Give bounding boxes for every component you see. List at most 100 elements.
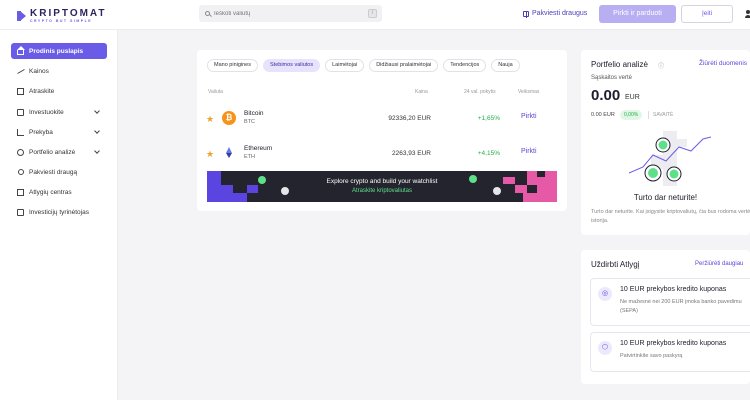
sidebar-item-prices[interactable]: Kainos — [11, 63, 107, 79]
account-currency: EUR — [625, 94, 640, 101]
column-header-actions: Veiksmas — [518, 89, 540, 95]
coin-change: +4,15% — [477, 150, 500, 157]
sidebar-item-rewards[interactable]: Atlygių centras — [11, 184, 107, 200]
home-icon — [17, 45, 25, 55]
reward-description: Ne mažesnė nei 200 EUR įmoka banko paved… — [620, 299, 742, 314]
sidebar-item-label: Investicijų tyrinėtojas — [29, 208, 89, 216]
table-row[interactable]: ★ Ethereum ETH 2263,93 EUR +4,15% Pirkti — [197, 140, 567, 170]
sidebar-item-label: Pakviesti draugą — [29, 168, 78, 176]
reward-item[interactable]: ◎ 10 EUR prekybos kredito kuponas Ne maž… — [590, 278, 750, 326]
search-shortcut-key: / — [368, 9, 377, 18]
tab-trending[interactable]: Tendencijos — [443, 59, 487, 72]
banner-title: Explore crypto and build your watchlist — [326, 178, 438, 185]
cart-icon — [17, 128, 24, 136]
tab-watchlist[interactable]: Stebimos valiutos — [263, 59, 321, 72]
coin-price: 2263,93 EUR — [391, 150, 431, 157]
empty-state-text: Turto dar neturite. Kai įsigysite kripto… — [591, 209, 750, 224]
portfolio-title: Portfelio analizė — [591, 60, 648, 69]
grid-icon — [17, 87, 24, 95]
search-input[interactable] — [214, 10, 354, 17]
gift-icon — [17, 188, 24, 196]
coin-name: Bitcoin — [244, 110, 264, 117]
column-header-price: Kaina — [415, 89, 428, 95]
watchlist-card: Mano pinigines Stebimos valiutos Laimėto… — [197, 50, 567, 211]
pie-chart-icon — [17, 148, 24, 156]
tab-new[interactable]: Nauja — [491, 59, 520, 72]
sidebar-item-label: Prodinis puslapis — [29, 47, 84, 55]
coin-symbol: ETH — [244, 154, 255, 160]
user-icon[interactable] — [745, 10, 750, 18]
coin-change: +1,65% — [477, 115, 500, 122]
watchlist-tabs: Mano pinigines Stebimos valiutos Laimėto… — [207, 59, 525, 72]
sidebar-item-home[interactable]: Prodinis puslapis — [11, 43, 107, 59]
account-sub-value: 0.00 EUR — [591, 112, 615, 118]
chevron-down-icon — [94, 108, 100, 114]
brand-tagline: CRYPTO BUT SIMPLE — [30, 19, 93, 23]
brand-name: KRIPTOMAT — [30, 8, 107, 19]
buy-button[interactable]: Pirkti — [521, 113, 537, 120]
search-bar[interactable]: / — [199, 5, 382, 22]
sidebar-item-invite[interactable]: Pakviesti draugą — [11, 164, 107, 180]
column-header-currency: Valiuta — [208, 89, 223, 95]
buy-button[interactable]: Pirkti — [521, 148, 537, 155]
trend-icon — [17, 68, 24, 75]
kriptomat-logo[interactable]: KRIPTOMAT CRYPTO BUT SIMPLE — [17, 9, 107, 24]
invite-friends-label: Pakviesti draugus — [532, 10, 588, 17]
column-header-change: 24 val. pokytis — [464, 89, 496, 95]
sidebar-item-label: Atlygių centras — [29, 188, 72, 196]
period-label[interactable]: SAVAITĖ — [653, 112, 673, 118]
sidebar-item-label: Atraskite — [29, 87, 55, 95]
shield-icon: ⬡ — [598, 341, 612, 355]
wallet-icon — [17, 108, 24, 116]
tab-losers[interactable]: Didžiausi pralaimėtojai — [369, 59, 439, 72]
rewards-card: Uždirbti Atlygį Peržiūrėti daugiau ◎ 10 … — [581, 250, 750, 384]
reward-item[interactable]: ⬡ 10 EUR prekybos kredito kuponas Patvir… — [590, 332, 750, 372]
sidebar-item-invest[interactable]: Investuokite — [11, 104, 107, 120]
logo-mark-icon — [17, 11, 27, 22]
reward-name: 10 EUR prekybos kredito kuponas — [620, 340, 727, 347]
info-icon[interactable]: ⓘ — [658, 61, 664, 70]
coin-symbol: BTC — [244, 119, 255, 125]
tab-gainers[interactable]: Laimėtojai — [325, 59, 365, 72]
coin-price: 92336,20 EUR — [388, 115, 431, 122]
chevron-down-icon — [94, 128, 100, 134]
sidebar-item-label: Portfelio analizė — [29, 148, 76, 156]
banner-link[interactable]: Atraskite kriptovaliutas — [207, 188, 557, 194]
empty-portfolio-illustration — [628, 131, 712, 186]
invite-friends-link[interactable]: Pakviesti draugus — [523, 10, 588, 18]
tab-my-wallets[interactable]: Mano pinigines — [207, 59, 258, 72]
sidebar: Prodinis puslapis Kainos Atraskite Inves… — [0, 30, 118, 400]
reward-name: 10 EUR prekybos kredito kuponas — [620, 286, 727, 293]
view-more-link[interactable]: Peržiūrėti daugiau — [695, 261, 743, 267]
explore-banner[interactable]: Explore crypto and build your watchlist … — [207, 171, 557, 202]
bitcoin-icon: ₿ — [222, 111, 236, 125]
people-icon — [17, 168, 24, 176]
top-bar: KRIPTOMAT CRYPTO BUT SIMPLE / Pakviesti … — [0, 0, 750, 30]
sidebar-item-label: Kainos — [29, 67, 49, 75]
coin-name: Ethereum — [244, 145, 273, 152]
book-icon — [17, 208, 24, 216]
sidebar-item-label: Prekyba — [29, 128, 53, 136]
sidebar-item-trade[interactable]: Prekyba — [11, 124, 107, 140]
ethereum-icon — [222, 146, 236, 160]
empty-state-title: Turto dar neturite! — [633, 193, 698, 202]
coin-icon: ◎ — [598, 287, 612, 301]
table-row[interactable]: ★ ₿ Bitcoin BTC 92336,20 EUR +1,65% Pirk… — [197, 105, 567, 135]
gift-icon — [523, 10, 529, 18]
account-value: 0.00 — [591, 87, 621, 104]
reward-description: Patvirtinkite savo paskyrą — [620, 353, 683, 359]
login-button[interactable]: Įeiti — [681, 5, 733, 23]
buy-sell-button[interactable]: Pirkti ir parduoti — [599, 5, 676, 23]
account-value-label: Sąskaitos vertė — [591, 75, 633, 81]
sidebar-item-label: Investuokite — [29, 108, 64, 116]
view-data-link[interactable]: Žiūrėti duomenis — [699, 60, 747, 67]
rewards-title: Uždirbti Atlygį — [591, 260, 640, 269]
sidebar-item-portfolio[interactable]: Portfelio analizė — [11, 144, 107, 160]
change-badge: 0,00% — [620, 110, 643, 120]
sidebar-item-discover[interactable]: Atraskite — [11, 83, 107, 99]
chevron-down-icon — [94, 148, 100, 154]
star-icon[interactable]: ★ — [206, 115, 214, 124]
sidebar-item-research[interactable]: Investicijų tyrinėtojas — [11, 204, 107, 220]
search-icon — [205, 11, 210, 16]
star-icon[interactable]: ★ — [206, 150, 214, 159]
